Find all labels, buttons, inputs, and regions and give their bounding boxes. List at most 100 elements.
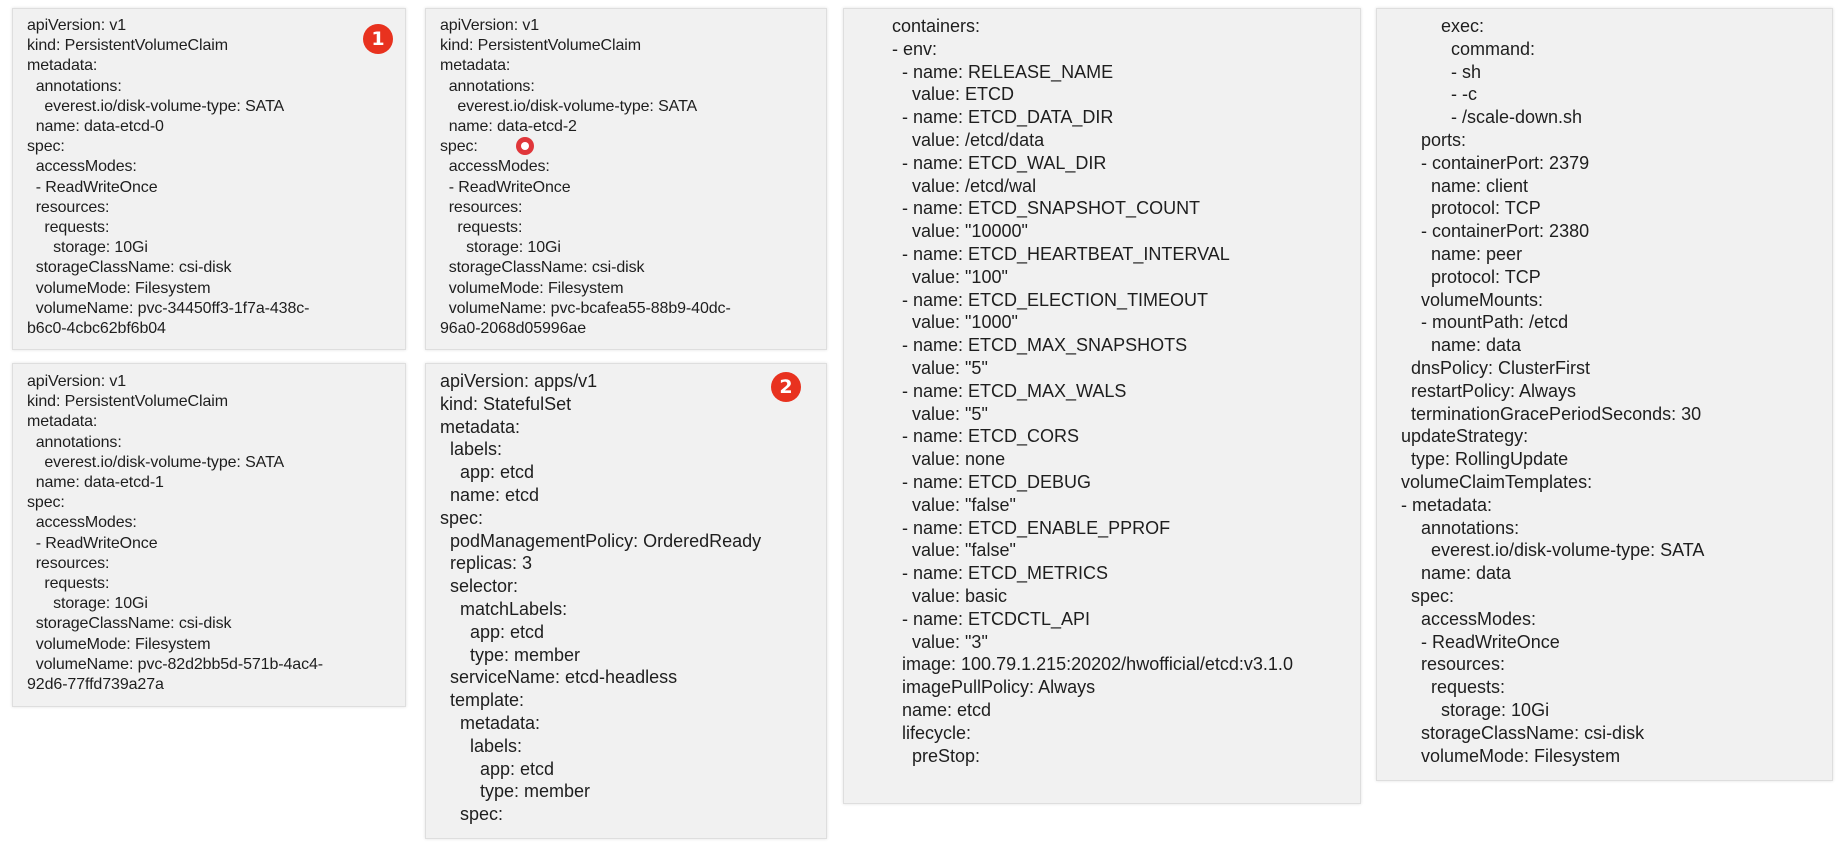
code-line: - name: ETCD_DEBUG <box>892 471 1092 492</box>
code-line: - /scale-down.sh <box>1401 107 1583 128</box>
code-line: updateStrategy: <box>1401 426 1529 447</box>
code-line: requests: <box>440 219 523 237</box>
code-line: storage: 10Gi <box>27 595 148 613</box>
code-line: - ReadWriteOnce <box>27 178 158 196</box>
code-line: - -c <box>1401 84 1477 105</box>
code-line: - metadata: <box>1401 494 1493 515</box>
code-line: labels: <box>440 439 503 460</box>
code-line: volumeMode: Filesystem <box>27 635 211 653</box>
code-line: kind: PersistentVolumeClaim <box>27 393 228 411</box>
statefulset-panel: apiVersion: apps/v1 kind: StatefulSet meta… <box>425 363 827 839</box>
code-line: name: data-etcd-1 <box>27 474 164 492</box>
code-line: annotations: <box>27 77 122 95</box>
code-line: serviceName: etcd-headless <box>440 667 678 688</box>
pvc-data-etcd-2-code: apiVersion: v1 kind: PersistentVolumeClai… <box>440 16 731 339</box>
code-line: replicas: 3 <box>440 553 533 574</box>
code-line: resources: <box>1401 654 1506 675</box>
code-line: type: member <box>440 781 591 802</box>
code-line: 92d6-77ffd739a27a <box>27 676 164 694</box>
code-line: - containerPort: 2379 <box>1401 152 1590 173</box>
code-line: volumeName: pvc-34450ff3-1f7a-438c- <box>27 299 310 317</box>
code-line: lifecycle: <box>892 722 972 743</box>
code-line: spec: <box>1401 585 1455 606</box>
code-line: value: "false" <box>892 540 1016 561</box>
code-line: - name: ETCD_DATA_DIR <box>892 107 1114 128</box>
code-line: restartPolicy: Always <box>1401 380 1577 401</box>
code-line: volumeMode: Filesystem <box>1401 745 1621 766</box>
code-line: requests: <box>27 219 110 237</box>
pvc-data-etcd-2-panel: apiVersion: v1 kind: PersistentVolumeClai… <box>425 8 827 350</box>
code-line: storageClassName: csi-disk <box>1401 722 1645 743</box>
code-line: name: data-etcd-2 <box>440 118 577 136</box>
exec-volume-templates-panel: exec: command: - sh - -c - /scale-down.s… <box>1376 8 1833 781</box>
code-line: accessModes: <box>440 158 550 176</box>
code-line: resources: <box>27 198 110 216</box>
code-line: - mountPath: /etcd <box>1401 312 1569 333</box>
code-line: value: "false" <box>892 494 1016 515</box>
code-line: volumeName: pvc-82d2bb5d-571b-4ac4- <box>27 655 324 673</box>
code-line: name: peer <box>1401 243 1523 264</box>
code-line: exec: <box>1401 16 1485 36</box>
code-line: value: /etcd/wal <box>892 175 1037 196</box>
code-line: - name: ETCDCTL_API <box>892 608 1091 629</box>
pvc-data-etcd-1-code: apiVersion: v1 kind: PersistentVolumeClai… <box>27 372 323 695</box>
code-line: name: data-etcd-0 <box>27 118 164 136</box>
code-line: - ReadWriteOnce <box>27 534 158 552</box>
code-line: value: "3" <box>892 631 988 652</box>
code-line: spec: <box>27 138 65 156</box>
code-line: - name: ETCD_HEARTBEAT_INTERVAL <box>892 243 1230 264</box>
code-line: containers: <box>892 16 981 36</box>
code-line: - ReadWriteOnce <box>440 178 571 196</box>
code-line: resources: <box>440 198 523 216</box>
code-line: value: basic <box>892 585 1008 606</box>
code-line: everest.io/disk-volume-type: SATA <box>27 97 285 115</box>
code-line: apiVersion: v1 <box>27 373 127 390</box>
step-2-badge: 2 <box>771 372 801 402</box>
code-line: protocol: TCP <box>1401 266 1541 287</box>
code-line: - ReadWriteOnce <box>1401 631 1560 652</box>
code-line: requests: <box>1401 677 1506 698</box>
containers-code: containers: - env: - name: RELEASE_NAME v… <box>892 15 1293 767</box>
code-line: annotations: <box>27 433 122 451</box>
code-line: - name: ETCD_SNAPSHOT_COUNT <box>892 198 1201 219</box>
code-line: - name: ETCD_MAX_WALS <box>892 380 1127 401</box>
pvc-data-etcd-0-panel: apiVersion: v1 kind: PersistentVolumeClai… <box>12 8 406 350</box>
code-line: image: 100.79.1.215:20202/hwofficial/etc… <box>892 654 1293 675</box>
code-line: podManagementPolicy: OrderedReady <box>440 530 762 551</box>
code-line: spec: <box>27 494 65 512</box>
code-line: dnsPolicy: ClusterFirst <box>1401 357 1591 378</box>
code-line: - name: RELEASE_NAME <box>892 61 1114 82</box>
code-line: - name: ETCD_WAL_DIR <box>892 152 1107 173</box>
code-line: - name: ETCD_METRICS <box>892 563 1109 584</box>
code-line: name: data <box>1401 563 1512 584</box>
code-line: - name: ETCD_ELECTION_TIMEOUT <box>892 289 1209 310</box>
code-line: spec: <box>440 507 484 528</box>
code-line: value: ETCD <box>892 84 1015 105</box>
code-line: name: data <box>1401 335 1522 356</box>
code-line: storage: 10Gi <box>1401 699 1550 720</box>
code-line: type: member <box>440 644 581 665</box>
code-line: metadata: <box>27 57 98 75</box>
code-line: metadata: <box>440 712 541 733</box>
code-line: volumeMode: Filesystem <box>27 279 211 297</box>
mouse-pointer-indicator <box>516 137 534 155</box>
code-line: resources: <box>27 554 110 572</box>
code-line: spec: <box>440 804 504 825</box>
code-line: volumeMounts: <box>1401 289 1544 310</box>
code-line: name: client <box>1401 175 1529 196</box>
code-line: - containerPort: 2380 <box>1401 221 1590 242</box>
code-line: storageClassName: csi-disk <box>27 259 232 277</box>
code-line: 96a0-2068d05996ae <box>440 320 587 338</box>
code-line: everest.io/disk-volume-type: SATA <box>27 453 285 471</box>
code-line: apiVersion: apps/v1 <box>440 371 598 391</box>
statefulset-code: apiVersion: apps/v1 kind: StatefulSet meta… <box>440 370 761 826</box>
code-line: command: <box>1401 38 1536 59</box>
code-line: accessModes: <box>27 514 137 532</box>
code-line: matchLabels: <box>440 598 568 619</box>
code-line: b6c0-4cbc62bf6b04 <box>27 320 166 338</box>
code-line: apiVersion: v1 <box>440 17 540 34</box>
code-line: app: etcd <box>440 758 555 779</box>
code-line: apiVersion: v1 <box>27 17 127 34</box>
code-line: kind: PersistentVolumeClaim <box>27 37 228 55</box>
code-line: name: etcd <box>892 699 992 720</box>
